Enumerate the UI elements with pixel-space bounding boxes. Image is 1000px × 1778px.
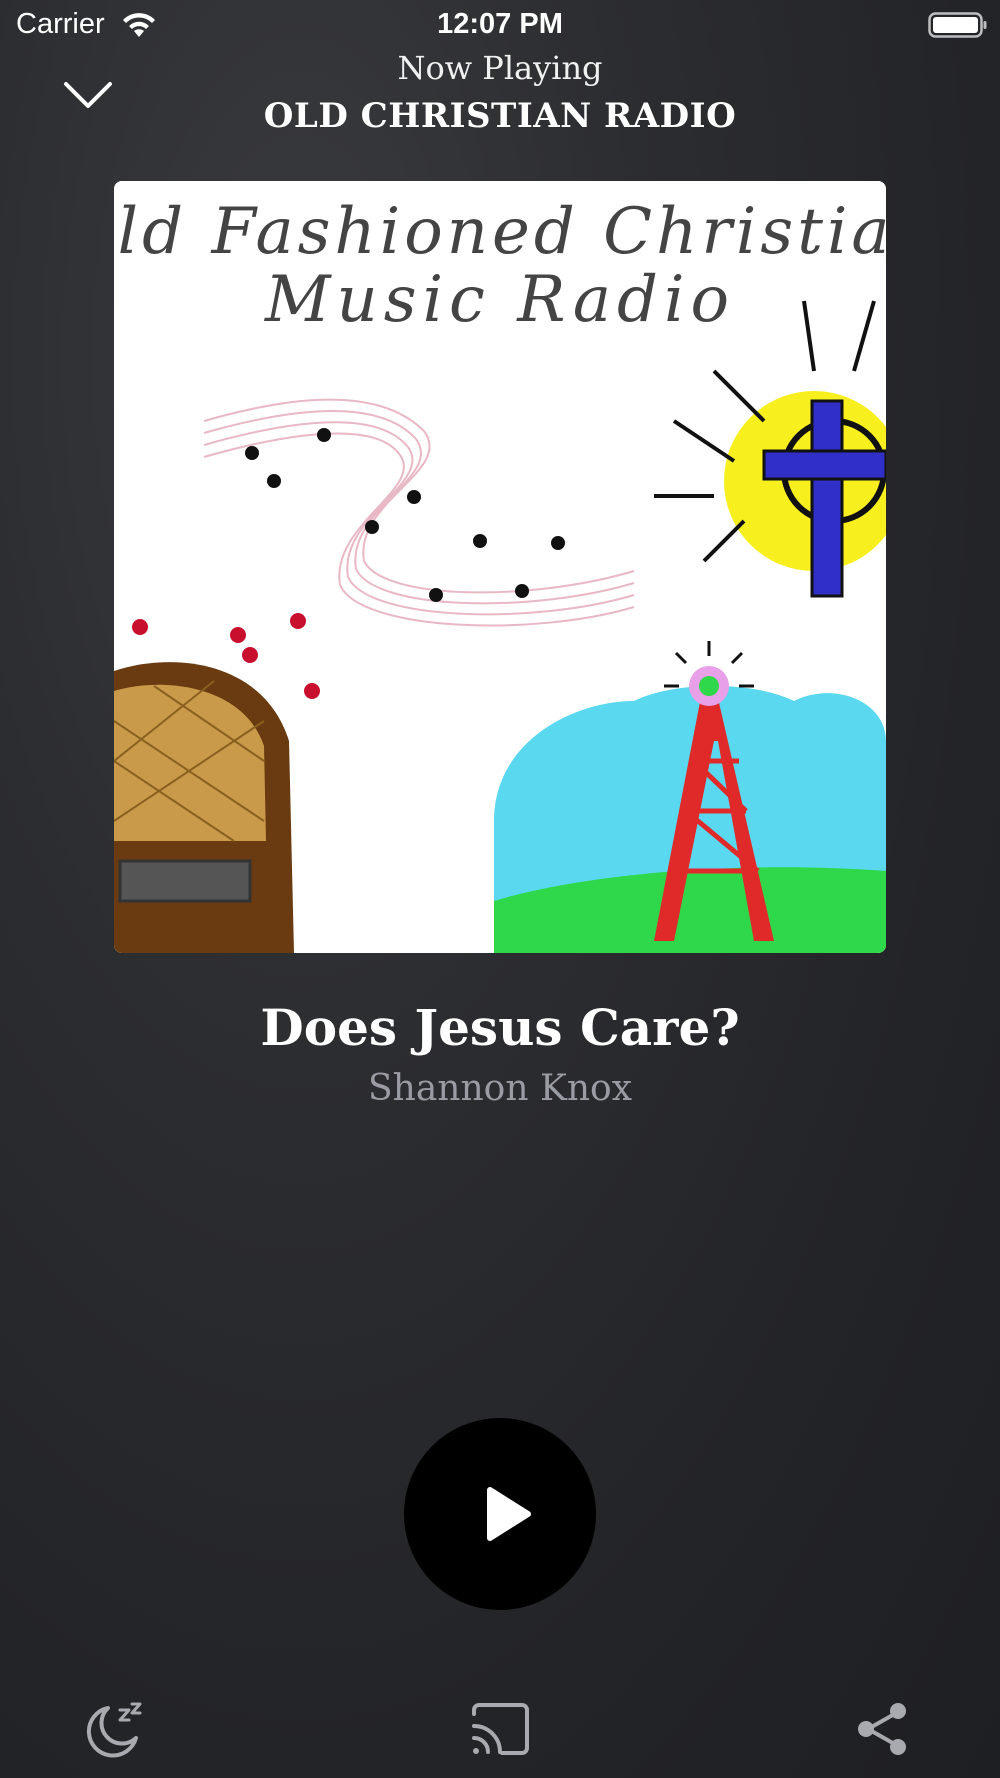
status-bar: Carrier 12:07 PM: [0, 0, 1000, 50]
play-icon: [487, 1487, 531, 1541]
battery-icon: [928, 12, 987, 38]
artwork-line1: Old Fashioned Christian: [114, 195, 886, 269]
vintage-radio-graphic: [114, 662, 294, 953]
share-button[interactable]: [852, 1700, 916, 1758]
sleep-timer-icon: [86, 1702, 142, 1758]
clock: 12:07 PM: [437, 8, 563, 40]
sleep-timer-button[interactable]: [84, 1700, 148, 1758]
track-title: Does Jesus Care?: [260, 998, 740, 1057]
play-button[interactable]: [404, 1418, 596, 1610]
cast-button[interactable]: [468, 1700, 532, 1758]
station-name: OLD CHRISTIAN RADIO: [263, 96, 737, 136]
artwork-line2: Music Radio: [264, 263, 735, 337]
share-icon: [858, 1703, 906, 1755]
now-playing-label: Now Playing: [397, 49, 603, 87]
album-artwork: Old Fashioned Christian Music Radio: [114, 181, 886, 953]
cast-icon: [472, 1703, 529, 1755]
track-artist: Shannon Knox: [367, 1068, 633, 1109]
artwork-image: Old Fashioned Christian Music Radio: [114, 181, 886, 953]
